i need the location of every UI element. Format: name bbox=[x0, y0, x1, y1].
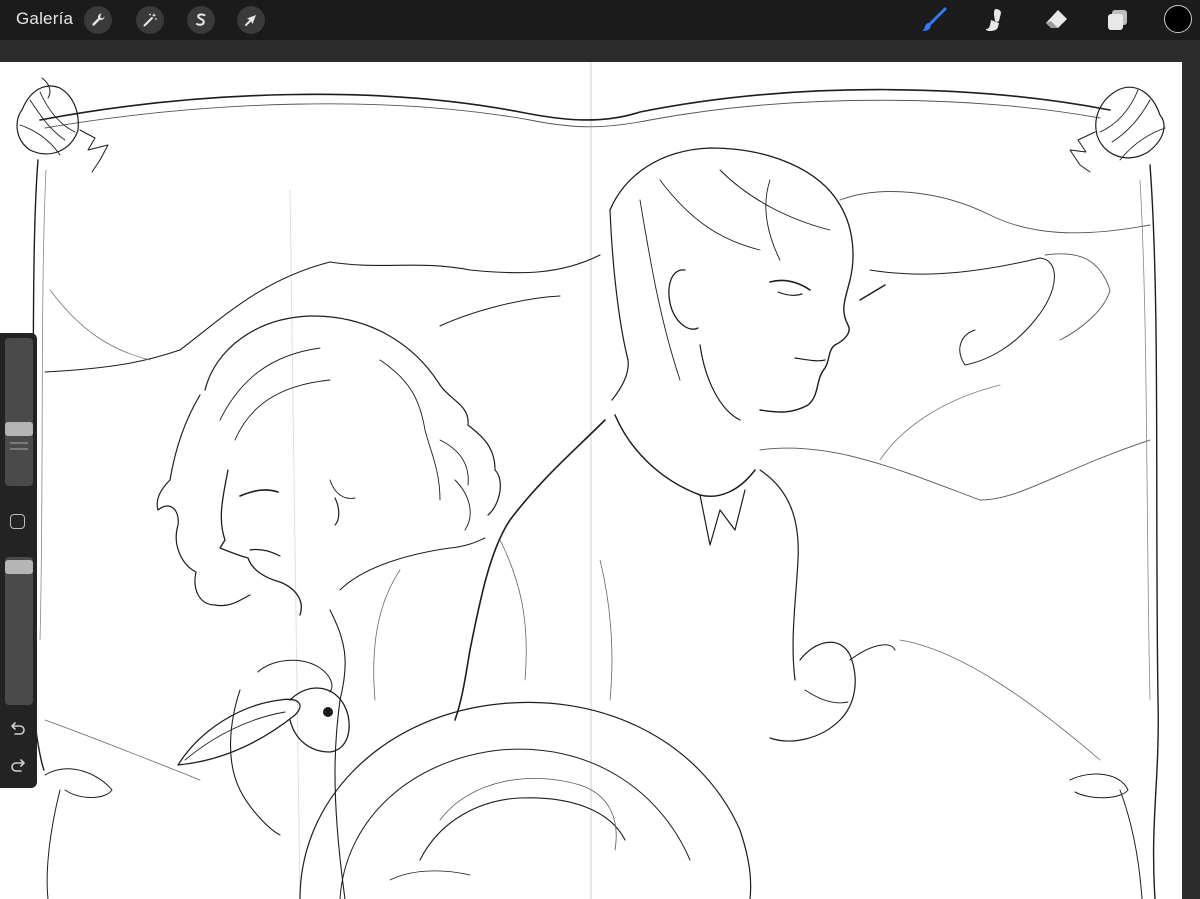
undo-icon bbox=[11, 722, 25, 735]
undo-button[interactable] bbox=[8, 719, 28, 739]
eraser-icon bbox=[1046, 10, 1067, 28]
layers-button[interactable] bbox=[1102, 5, 1132, 35]
smudge-button[interactable] bbox=[980, 5, 1010, 35]
magic-wand-icon bbox=[143, 13, 157, 27]
modify-button[interactable] bbox=[10, 514, 25, 529]
brush-button[interactable] bbox=[919, 5, 949, 35]
selection-button[interactable] bbox=[187, 6, 215, 34]
wrench-icon bbox=[92, 13, 105, 26]
brush-icon bbox=[922, 7, 947, 31]
brush-size-thumb[interactable] bbox=[5, 422, 33, 436]
sketch-artwork bbox=[16, 62, 1166, 899]
arrow-cursor-icon bbox=[245, 15, 256, 26]
actions-button[interactable] bbox=[84, 6, 112, 34]
slider-grip bbox=[10, 442, 28, 444]
gallery-button[interactable]: Galería bbox=[16, 9, 73, 29]
color-picker-button[interactable] bbox=[1164, 5, 1192, 33]
eraser-button[interactable] bbox=[1041, 5, 1071, 35]
top-toolbar: Galería bbox=[0, 0, 1200, 40]
selection-s-icon bbox=[196, 13, 206, 26]
opacity-thumb[interactable] bbox=[5, 560, 33, 574]
smudge-icon bbox=[986, 9, 1001, 31]
brush-size-slider[interactable] bbox=[5, 338, 33, 486]
transform-button[interactable] bbox=[237, 6, 265, 34]
opacity-slider[interactable] bbox=[5, 557, 33, 705]
adjustments-button[interactable] bbox=[136, 6, 164, 34]
left-sidebar bbox=[0, 333, 37, 788]
drawing-canvas[interactable] bbox=[0, 62, 1182, 899]
slider-grip bbox=[10, 448, 28, 450]
redo-button[interactable] bbox=[8, 756, 28, 776]
redo-icon bbox=[11, 759, 25, 772]
layers-icon bbox=[1108, 10, 1127, 30]
